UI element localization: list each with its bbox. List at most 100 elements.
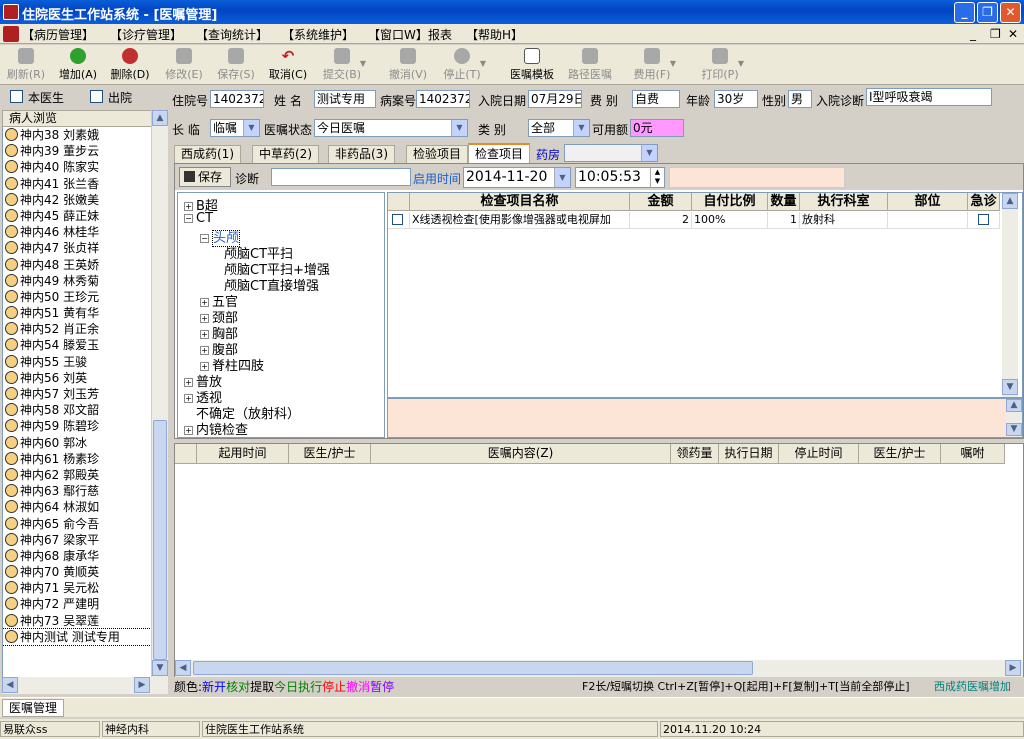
add-button[interactable]: 增加(A) — [52, 47, 104, 83]
edit-button[interactable]: 修改(E) — [158, 47, 210, 83]
menu-medical-record[interactable]: 【病历管理】 — [22, 26, 94, 43]
extra-field[interactable] — [669, 167, 845, 188]
expand-icon[interactable]: + — [200, 298, 209, 307]
pharmacy-select[interactable]: ▼ — [564, 144, 658, 162]
list-item[interactable]: 神内40 陈家实 — [3, 159, 151, 175]
tab-lab-test[interactable]: 检验项目 — [406, 145, 469, 163]
list-item[interactable]: 神内46 林桂华 — [3, 224, 151, 240]
list-item[interactable]: 神内57 刘玉芳 — [3, 386, 151, 402]
tab-western-medicine[interactable]: 西成药(1) — [174, 145, 241, 163]
tree-node[interactable]: + 内镜检查 — [184, 419, 248, 437]
list-item[interactable]: 神内41 张兰香 — [3, 176, 151, 192]
expand-icon[interactable]: + — [200, 346, 209, 355]
list-item[interactable]: 神内70 黄顺英 — [3, 564, 151, 580]
order-memo[interactable]: ▲ ▼ — [387, 398, 1023, 438]
tab-exam-item[interactable]: 检查项目 — [468, 143, 531, 164]
name-field[interactable]: 测试专用 — [314, 90, 376, 108]
list-item[interactable]: 神内68 康承华 — [3, 548, 151, 564]
diag-input[interactable] — [271, 168, 411, 186]
list-item[interactable]: 神内39 董步云 — [3, 143, 151, 159]
grid1-scrollbar[interactable]: ▲ ▼ — [1002, 193, 1018, 397]
fee-type-field[interactable]: 自费 — [632, 90, 680, 108]
my-patients-checkbox[interactable] — [10, 90, 23, 103]
list-item[interactable]: 神内61 杨素珍 — [3, 451, 151, 467]
grid1-header-qty[interactable]: 数量 — [768, 193, 800, 211]
tab-herbal-medicine[interactable]: 中草药(2) — [252, 145, 319, 163]
list-item[interactable]: 神内38 刘素娥 — [3, 127, 151, 143]
grid2-header-start[interactable]: 起用时间 — [197, 444, 289, 464]
category-select[interactable]: 全部 ▼ — [528, 119, 590, 137]
list-item[interactable]: 神内48 王英娇 — [3, 257, 151, 273]
discharged-checkbox[interactable] — [90, 90, 103, 103]
collapse-icon[interactable]: − — [200, 234, 209, 243]
scroll-left-icon[interactable]: ◀ — [175, 660, 191, 676]
list-item[interactable]: 神内59 陈碧珍 — [3, 418, 151, 434]
menu-system[interactable]: 【系统维护】 — [282, 26, 354, 43]
list-item[interactable]: 神内62 郭殿英 — [3, 467, 151, 483]
grid1-header-urgent[interactable]: 急诊 — [968, 193, 1000, 211]
grid1-header-part[interactable]: 部位 — [888, 193, 968, 211]
order-status-select[interactable]: 今日医嘱 ▼ — [314, 119, 468, 137]
list-item[interactable]: 神内65 俞今吾 — [3, 516, 151, 532]
grid2-header-stop[interactable]: 停止时间 — [779, 444, 859, 464]
table-row[interactable] — [388, 212, 410, 229]
close-button[interactable]: ✕ — [1000, 2, 1021, 23]
scroll-down-icon[interactable]: ▼ — [1006, 423, 1022, 436]
grid2-header-doctor[interactable]: 医生/护士 — [289, 444, 371, 464]
list-item[interactable]: 神内45 薛正妹 — [3, 208, 151, 224]
expand-icon[interactable]: + — [200, 330, 209, 339]
save-toolbar-button[interactable]: 保存(S) — [210, 47, 262, 83]
patient-list-hscroll[interactable]: ◀ ▶ — [2, 677, 168, 694]
grid1-header-ratio[interactable]: 自付比例 — [692, 193, 768, 211]
scroll-down-icon[interactable]: ▼ — [1002, 379, 1018, 395]
scroll-thumb[interactable] — [153, 420, 167, 660]
mdi-minimize-icon[interactable]: _ — [970, 27, 976, 41]
hscroll-thumb[interactable] — [193, 661, 753, 675]
expand-icon[interactable]: + — [184, 394, 193, 403]
list-item[interactable]: 神内50 王珍元 — [3, 289, 151, 305]
grid2-header-dose[interactable]: 领药量 — [671, 444, 719, 464]
list-item[interactable]: 神内71 吴元松 — [3, 580, 151, 596]
exam-item-grid[interactable]: 检查项目名称 金额 自付比例 数量 执行科室 部位 急诊 X线透视检查[使用影像… — [387, 192, 1023, 398]
menu-help[interactable]: 【帮助H】 — [466, 26, 523, 43]
menu-treatment[interactable]: 【诊疗管理】 — [110, 26, 182, 43]
mdi-restore-icon[interactable]: ❐ — [990, 27, 1001, 41]
row-checkbox[interactable] — [392, 214, 403, 225]
scroll-up-icon[interactable]: ▲ — [1006, 399, 1022, 412]
order-template-button[interactable]: 医嘱模板 — [504, 47, 560, 83]
expand-icon[interactable]: + — [184, 202, 193, 211]
cell-amount[interactable]: 2 — [630, 212, 692, 229]
list-item[interactable]: 神内42 张嫩美 — [3, 192, 151, 208]
scroll-down-icon[interactable]: ▼ — [152, 660, 168, 676]
expand-icon[interactable]: + — [200, 362, 209, 371]
memo-scrollbar[interactable]: ▲ ▼ — [1006, 399, 1022, 437]
list-item[interactable]: 神内58 邓文韶 — [3, 402, 151, 418]
order-list-grid[interactable]: 起用时间 医生/护士 医嘱内容(Z) 领药量 执行日期 停止时间 医生/护士 嘱… — [174, 443, 1024, 677]
menu-query[interactable]: 【查询统计】 — [196, 26, 268, 43]
list-item[interactable]: 神内52 肖正余 — [3, 321, 151, 337]
expand-icon[interactable]: + — [184, 426, 193, 435]
list-item[interactable]: 神内67 梁家平 — [3, 532, 151, 548]
start-time-spinner[interactable]: 10:05:53 ▲ ▼ — [575, 167, 665, 188]
grid1-header-name[interactable]: 检查项目名称 — [410, 193, 630, 211]
grid2-header-nurse[interactable]: 医生/护士 — [859, 444, 941, 464]
scroll-left-icon[interactable]: ◀ — [2, 677, 18, 693]
list-item[interactable]: 神内64 林淑如 — [3, 499, 151, 515]
age-field[interactable]: 30岁 — [714, 90, 758, 108]
list-item[interactable]: 神内55 王骏 — [3, 354, 151, 370]
urgent-checkbox[interactable] — [978, 214, 989, 225]
path-order-button[interactable]: 路径医嘱 — [562, 47, 618, 83]
inpatient-no-field[interactable]: 1402372 — [210, 90, 264, 108]
start-date-picker[interactable]: 2014-11-20 ▼ — [463, 167, 571, 188]
order-list-hscroll[interactable]: ◀ ▶ — [175, 660, 1023, 677]
patient-list-scrollbar[interactable]: ▲ ▼ — [151, 110, 168, 677]
spin-icon[interactable]: ▲ ▼ — [650, 168, 664, 187]
scroll-up-icon[interactable]: ▲ — [1002, 193, 1018, 209]
scroll-up-icon[interactable]: ▲ — [152, 110, 168, 126]
cell-dept[interactable]: 放射科 — [800, 212, 888, 229]
collapse-icon[interactable]: − — [184, 214, 193, 223]
tree-node[interactable]: − CT — [184, 211, 213, 226]
list-item[interactable]: 神内51 黄有华 — [3, 305, 151, 321]
print-button[interactable]: 打印(P) ▼ — [694, 47, 746, 83]
grid1-header-amount[interactable]: 金额 — [630, 193, 692, 211]
